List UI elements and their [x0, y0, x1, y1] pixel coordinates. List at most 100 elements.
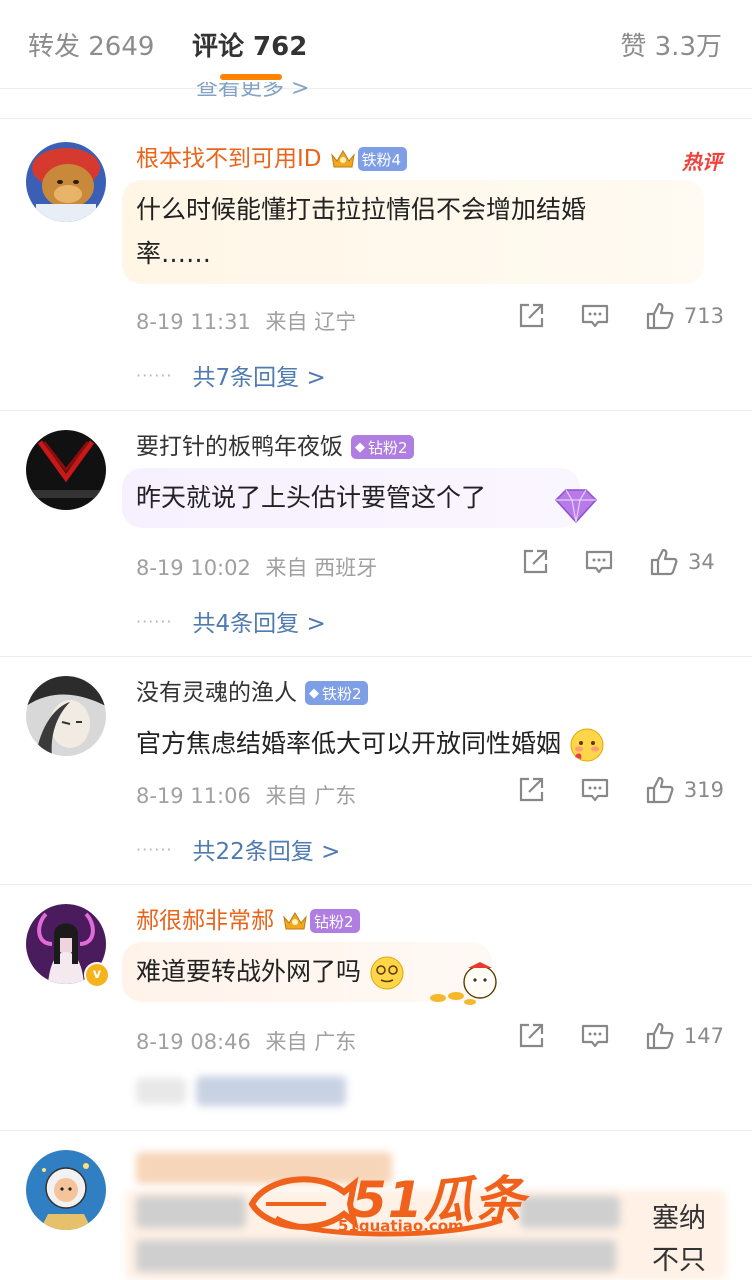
avatar[interactable] [26, 142, 106, 222]
diamond-icon: ◆ [355, 439, 365, 455]
reply-button[interactable] [584, 547, 614, 577]
diamond-icon: ◆ [309, 685, 319, 701]
share-icon [519, 777, 544, 802]
comment-location: 来自 广东 [265, 784, 357, 808]
comment-header: 郝很郝非常郝 钻粉2 [136, 906, 360, 936]
comment-location: 来自 广东 [265, 1030, 357, 1054]
comment-text-line: 昨天就说了上头估计要管这个了 [136, 483, 487, 512]
verified-badge-icon: v [84, 962, 110, 988]
reply-dots: ······ [136, 839, 173, 859]
comment-text-line: 率…… [136, 239, 212, 268]
like-button[interactable]: 34 [648, 546, 724, 578]
view-replies-link[interactable]: 共7条回复 > [193, 358, 326, 392]
comment-icon [581, 778, 609, 802]
comment-time: 8-19 11:06 [136, 784, 251, 808]
share-button[interactable] [516, 1021, 546, 1051]
blurred-content [520, 1196, 620, 1228]
blush-emoji-icon [570, 728, 604, 762]
comment-text: 官方焦虑结婚率低大可以开放同性婚姻 [122, 714, 619, 774]
weibo-comments-screen: 转发 2649 评论 762 赞 3.3万 查看更多 > 根本找不到可用ID 铁… [0, 0, 752, 1280]
blurred-content [136, 1078, 186, 1104]
like-count: 147 [683, 1024, 724, 1048]
comment-location: 来自 辽宁 [265, 310, 357, 334]
username[interactable]: 没有灵魂的渔人 [136, 678, 297, 708]
username[interactable]: 根本找不到可用ID [136, 144, 322, 174]
comment-header: 要打针的板鸭年夜饭 ◆ 钻粉2 [136, 432, 414, 462]
fan-level-badge: 铁粉4 [357, 147, 408, 171]
thumbs-up-icon [646, 302, 674, 330]
blurred-content [136, 1196, 246, 1228]
comment-time: 8-19 08:46 [136, 1030, 251, 1054]
fan-level-badge: ◆ 钻粉2 [351, 435, 414, 459]
comment-time: 8-19 11:31 [136, 310, 251, 334]
view-replies-link[interactable]: 共4条回复 > [193, 604, 326, 638]
comment-text-partial: 塞纳 [652, 1203, 706, 1234]
fan-crown-icon [330, 147, 356, 171]
avatar[interactable] [26, 1150, 106, 1230]
reply-button[interactable] [580, 1021, 610, 1051]
divider [0, 118, 752, 119]
avatar[interactable] [26, 430, 106, 510]
tab-likes[interactable]: 赞 3.3万 [620, 30, 722, 64]
comment-meta: 8-19 11:06 来自 广东 [136, 780, 356, 810]
like-button[interactable]: 713 [644, 300, 724, 332]
reply-button[interactable] [580, 301, 610, 331]
blurred-content [196, 1076, 346, 1106]
comment-actions: 147 [516, 1020, 724, 1052]
avatar[interactable] [26, 676, 106, 756]
fan-level-badge: 钻粉2 [310, 909, 360, 933]
comment-icon [581, 1024, 609, 1048]
tab-comments[interactable]: 评论 762 [192, 30, 307, 64]
share-button[interactable] [516, 775, 546, 805]
fan-level-badge: ◆ 铁粉2 [305, 681, 368, 705]
comment-meta: 8-19 08:46 来自 广东 [136, 1026, 356, 1056]
share-icon [523, 549, 548, 574]
watermark-url: 51guatiao.com [338, 1217, 464, 1235]
share-icon [519, 303, 544, 328]
comment-text-partial: 不只 [652, 1245, 706, 1276]
reply-summary: ······ 共7条回复 > [136, 358, 326, 392]
comment-actions: 34 [520, 546, 724, 578]
reply-button[interactable] [580, 775, 610, 805]
thumbs-up-icon [646, 1022, 674, 1050]
fortune-sticker-icon [430, 962, 497, 1005]
reply-dots: ······ [136, 365, 173, 385]
blurred-content [136, 1240, 616, 1272]
thumbs-up-icon [646, 776, 674, 804]
divider [0, 656, 752, 657]
comment-icon [585, 550, 613, 574]
reply-summary: ······ 共22条回复 > [136, 832, 340, 866]
divider [0, 1130, 752, 1131]
like-button[interactable]: 319 [644, 774, 724, 806]
dizzy-emoji-icon [370, 956, 404, 990]
comment-header: 没有灵魂的渔人 ◆ 铁粉2 [136, 678, 368, 708]
comment-meta: 8-19 11:31 来自 辽宁 [136, 306, 356, 336]
comment-header: 根本找不到可用ID 铁粉4 [136, 144, 408, 174]
hot-comment-tag: 热评 [682, 150, 722, 174]
tab-bar: 转发 2649 评论 762 赞 3.3万 [0, 0, 752, 89]
comment-text-line: 什么时候能懂打击拉拉情侣不会增加结婚 [136, 195, 587, 224]
reply-summary: ······ 共4条回复 > [136, 604, 326, 638]
diamond-fan-icon [554, 489, 598, 524]
tab-repost[interactable]: 转发 2649 [28, 30, 154, 64]
username[interactable]: 郝很郝非常郝 [136, 906, 274, 936]
comment-text: 昨天就说了上头估计要管这个了 [122, 468, 580, 528]
comment-location: 来自 西班牙 [265, 556, 378, 580]
share-button[interactable] [516, 301, 546, 331]
comment-time: 8-19 10:02 [136, 556, 251, 580]
comment-text: 什么时候能懂打击拉拉情侣不会增加结婚 率…… [122, 180, 704, 284]
like-count: 319 [683, 778, 724, 802]
like-count: 34 [688, 550, 715, 574]
divider [0, 410, 752, 411]
share-icon [519, 1023, 544, 1048]
fan-crown-icon [282, 909, 308, 933]
username[interactable]: 要打针的板鸭年夜饭 [136, 432, 343, 462]
reply-dots: ······ [136, 611, 173, 631]
view-replies-link[interactable]: 共22条回复 > [193, 832, 341, 866]
like-button[interactable]: 147 [644, 1020, 724, 1052]
share-button[interactable] [520, 547, 550, 577]
comment-text-line: 难道要转战外网了吗 [136, 957, 362, 986]
active-tab-indicator [220, 74, 282, 80]
like-count: 713 [683, 304, 724, 328]
comment-meta: 8-19 10:02 来自 西班牙 [136, 552, 377, 582]
